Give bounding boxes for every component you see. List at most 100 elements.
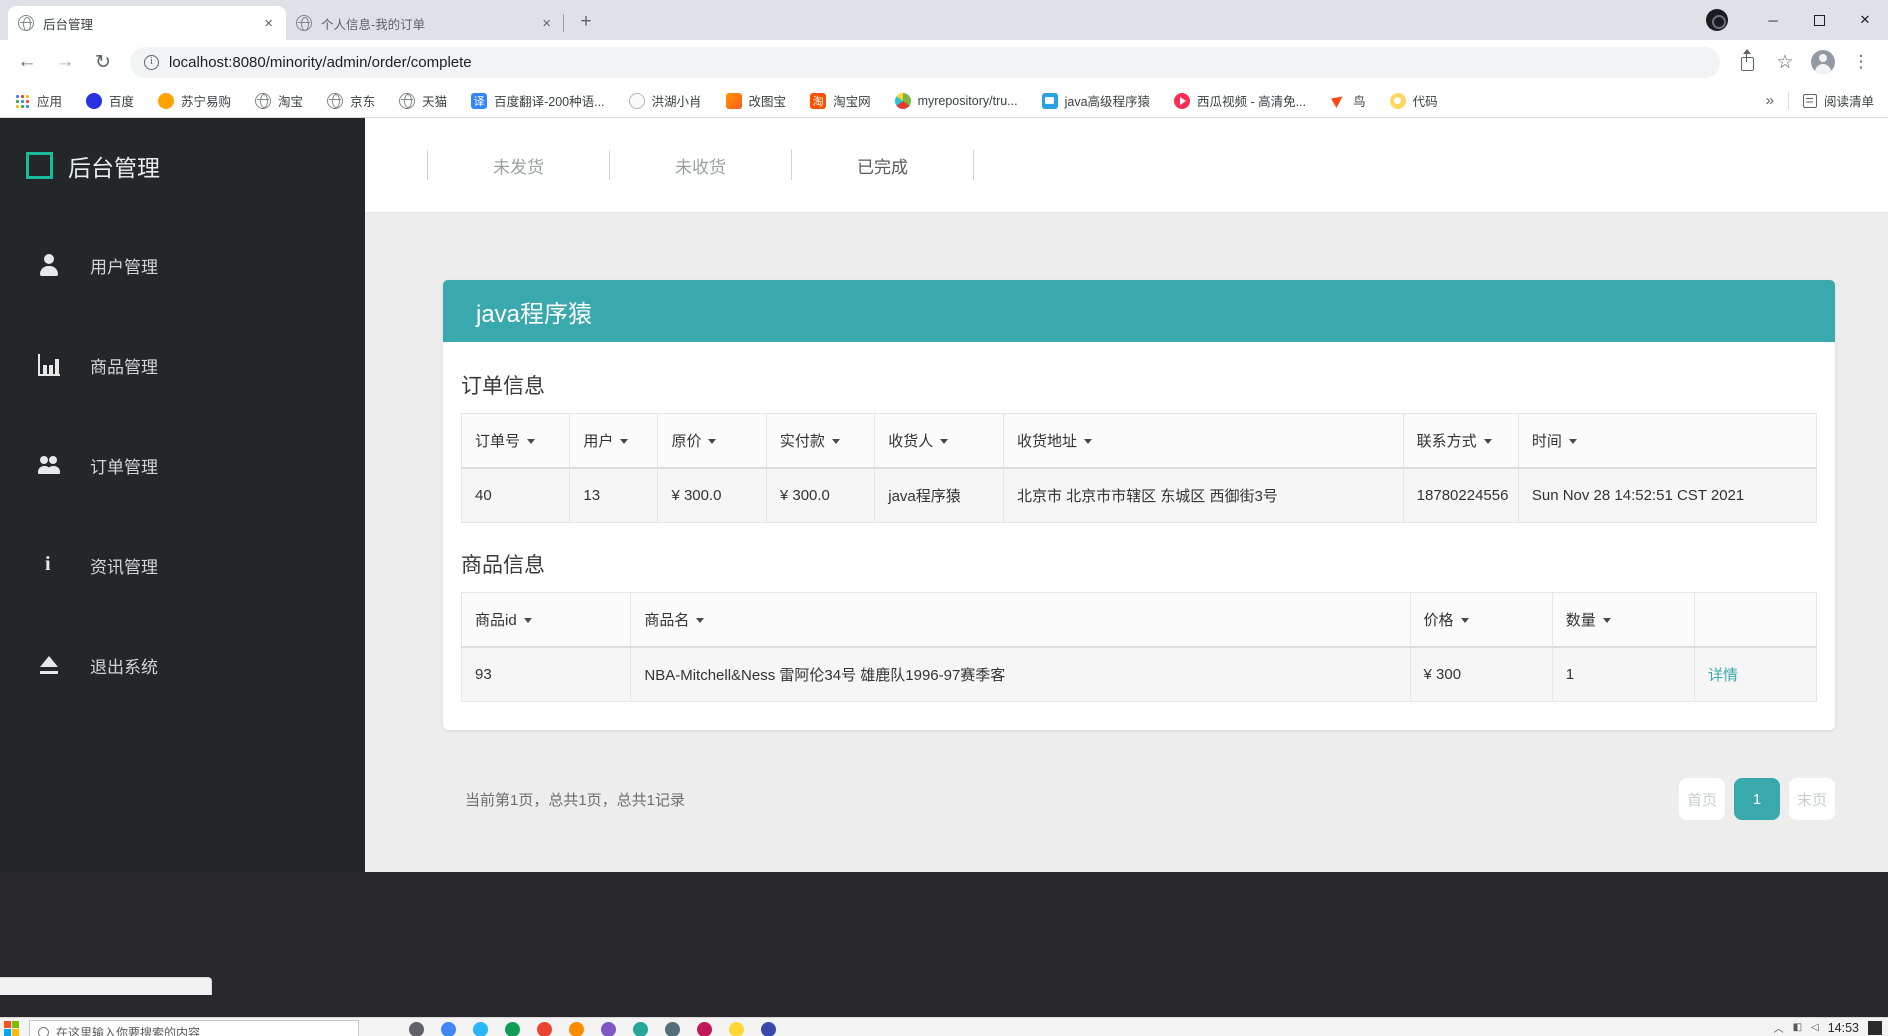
bookmarks-overflow-button[interactable]: » <box>1766 92 1774 109</box>
sidebar-item-chart[interactable]: 商品管理 <box>0 315 365 415</box>
table-header-row: 商品id 商品名 价格 数量 <box>460 592 1817 648</box>
bookmark-item[interactable]: 百度 <box>86 91 134 110</box>
close-button[interactable]: ✕ <box>1842 0 1888 40</box>
taskbar-app-icon[interactable] <box>569 1022 584 1036</box>
column-header[interactable]: 商品名 <box>630 592 1411 648</box>
sidebar-item-info[interactable]: 资讯管理 <box>0 515 365 615</box>
cortana-icon <box>38 1026 49 1036</box>
taskbar-app-icon[interactable] <box>633 1022 648 1036</box>
forward-button[interactable]: → <box>46 43 84 81</box>
table-cell: Sun Nov 28 14:52:51 CST 2021 <box>1517 467 1818 523</box>
bookmark-item[interactable]: 洪湖小肖 <box>628 91 702 110</box>
column-header[interactable]: 收货人 <box>874 413 1004 469</box>
status-tab[interactable]: 已完成 <box>792 153 973 178</box>
reload-button[interactable]: ↻ <box>84 43 122 81</box>
address-bar[interactable]: i localhost:8080/minority/admin/order/co… <box>130 46 1720 78</box>
column-header[interactable]: 原价 <box>657 413 767 469</box>
table-head: 商品id 商品名 价格 数量 <box>460 592 1817 648</box>
taskbar-app-icon[interactable] <box>409 1022 424 1036</box>
table-body: 93 NBA-Mitchell&Ness 雷阿伦34号 雄鹿队1996-97赛季客… <box>460 646 1817 702</box>
tray-volume-icon[interactable]: ◁ <box>1811 1022 1819 1033</box>
bookmark-item[interactable]: 西瓜视频 - 高清免... <box>1174 91 1306 110</box>
taskbar-app-icon[interactable] <box>729 1022 744 1036</box>
taskbar-app-icon[interactable] <box>505 1022 520 1036</box>
taskbar-app-icon[interactable] <box>441 1022 456 1036</box>
table-cell: ¥ 300.0 <box>657 467 767 523</box>
sidebar-item-user[interactable]: 用户管理 <box>0 215 365 315</box>
taskbar-clock[interactable]: 14:53 <box>1828 1021 1859 1035</box>
taskbar-app-icon[interactable] <box>697 1022 712 1036</box>
bookmark-item[interactable]: myrepository/tru... <box>894 91 1018 110</box>
pagination-last-button[interactable]: 末页 <box>1789 778 1835 820</box>
bookmark-item[interactable]: 应用 <box>14 91 62 110</box>
users-icon <box>38 454 60 476</box>
bookmark-favicon-lion-icon <box>158 92 175 109</box>
column-header[interactable]: 联系方式 <box>1402 413 1519 469</box>
pagination-page-1-button[interactable]: 1 <box>1734 778 1780 820</box>
sort-caret-icon <box>1568 439 1577 444</box>
bookmark-item[interactable]: 苏宁易购 <box>158 91 231 110</box>
table-body: 40 13 ¥ 300.0 ¥ 300.0 java程序猿 北京市 北京市市辖区 东城区 … <box>460 467 1818 523</box>
column-header[interactable]: 时间 <box>1517 413 1818 469</box>
tab-close-icon[interactable]: × <box>539 15 554 32</box>
tab-favicon-globe-icon <box>296 15 312 31</box>
brand[interactable]: 后台管理 <box>0 118 365 213</box>
browser-menu-button[interactable]: ⋮ <box>1842 43 1880 81</box>
status-tab[interactable]: 未发货 <box>428 153 609 178</box>
detail-link[interactable]: 详情 <box>1694 646 1817 702</box>
bookmark-item[interactable]: 淘淘宝网 <box>810 91 871 110</box>
bookmark-item[interactable]: 淘宝 <box>255 91 303 110</box>
column-header[interactable]: 数量 <box>1551 592 1696 648</box>
taskbar-app-icon[interactable] <box>473 1022 488 1036</box>
tray-network-icon[interactable]: ◧ <box>1793 1022 1802 1033</box>
column-header <box>1694 592 1817 648</box>
reading-list-button[interactable]: 阅读清单 <box>1802 91 1874 110</box>
bookmark-star-button[interactable]: ☆ <box>1766 43 1804 81</box>
column-header[interactable]: 用户 <box>569 413 659 469</box>
column-header[interactable]: 收货地址 <box>1002 413 1404 469</box>
tray-chevron-icon[interactable]: ︿ <box>1774 1020 1784 1035</box>
page-info-icon[interactable]: i <box>144 54 159 70</box>
minimize-button[interactable]: ─ <box>1750 0 1796 40</box>
browser-tab[interactable]: 后台管理 × <box>8 6 286 40</box>
column-header[interactable]: 订单号 <box>460 413 571 469</box>
profile-button[interactable] <box>1804 43 1842 81</box>
windows-start-icon[interactable] <box>4 1021 19 1036</box>
taskbar-app-icon[interactable] <box>537 1022 552 1036</box>
back-button[interactable]: ← <box>8 43 46 81</box>
bookmark-item[interactable]: 改图宝 <box>725 91 786 110</box>
column-header[interactable]: 价格 <box>1409 592 1553 648</box>
bookmark-item[interactable]: java高级程序猿 <box>1041 91 1150 110</box>
taskbar-search-input[interactable]: 在这里输入你要搜索的内容 <box>29 1020 359 1036</box>
bookmark-item[interactable]: 天猫 <box>399 91 447 110</box>
bookmark-item[interactable]: 代码 <box>1389 91 1438 110</box>
card-header: java程序猿 <box>443 280 1835 342</box>
column-header-label: 商品名 <box>644 612 690 629</box>
extension-icon[interactable] <box>1706 9 1728 31</box>
tab-favicon-globe-icon <box>18 15 34 31</box>
column-header-label: 时间 <box>1531 433 1562 450</box>
bookmark-favicon-coin-icon <box>1389 92 1406 109</box>
new-tab-button[interactable]: + <box>572 8 600 36</box>
browser-tab[interactable]: 个人信息-我的订单 × <box>286 6 564 40</box>
column-header[interactable]: 实付款 <box>765 413 876 469</box>
taskbar-app-icon[interactable] <box>761 1022 776 1036</box>
sidebar-item-users[interactable]: 订单管理 <box>0 415 365 515</box>
bookmark-item[interactable]: 鸟 <box>1330 91 1366 110</box>
status-tab[interactable]: 未收货 <box>610 153 791 178</box>
taskbar-app-icon[interactable] <box>665 1022 680 1036</box>
bookmark-item[interactable]: 京东 <box>327 91 375 110</box>
bookmark-label: 淘宝网 <box>833 95 871 109</box>
bookmark-item[interactable]: 译百度翻译-200种语... <box>471 91 605 110</box>
bookmarks-bar: 应用 百度 苏宁易购 淘宝 京东 天猫 译百度翻译-200种语... 洪湖小肖 改图宝 淘淘宝网 m… <box>0 84 1888 118</box>
pagination-first-button[interactable]: 首页 <box>1679 778 1725 820</box>
chart-icon <box>38 354 60 376</box>
bookmarks-divider <box>1787 91 1789 110</box>
sidebar-item-eject[interactable]: 退出系统 <box>0 615 365 715</box>
share-button[interactable] <box>1728 43 1766 81</box>
column-header[interactable]: 商品id <box>460 592 632 648</box>
maximize-button[interactable] <box>1796 0 1842 40</box>
taskbar-app-icon[interactable] <box>601 1022 616 1036</box>
show-desktop-button[interactable] <box>1868 1020 1882 1035</box>
tab-close-icon[interactable]: × <box>261 15 276 32</box>
